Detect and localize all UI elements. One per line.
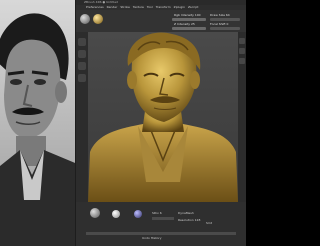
undo-history-bar[interactable] — [86, 232, 236, 235]
draw-size-label: Draw Size 64 — [210, 13, 230, 17]
undo-history-label: Undo History — [142, 236, 162, 240]
smooth-label[interactable]: Smt — [206, 222, 212, 225]
z-intensity-label: Z Intensity 25 — [174, 22, 195, 26]
left-tool-shelf — [76, 32, 88, 202]
zoom-icon[interactable] — [239, 38, 245, 44]
bottom-panel: SDiv 6 DynaMesh Resolution 128 Smt Undo … — [76, 202, 246, 246]
color-picker-icon[interactable] — [134, 210, 142, 218]
brush-toolbar: Rgb Intensity 100 Z Intensity 25 Draw Si… — [76, 10, 246, 32]
bronze-bust-model[interactable] — [88, 32, 238, 202]
move-icon[interactable] — [239, 48, 245, 54]
resolution-label: Resolution 128 — [178, 218, 201, 222]
sculpt-app-window: ZBrush 4R6 ● Untitled Preferences Render… — [76, 0, 246, 246]
sdiv-label: SDiv 6 — [152, 211, 162, 215]
material-icon[interactable] — [93, 14, 103, 24]
alpha-icon[interactable] — [78, 62, 86, 70]
sdiv-slider[interactable] — [152, 217, 174, 220]
draw-size-slider[interactable] — [210, 18, 240, 21]
brush-icon[interactable] — [78, 38, 86, 46]
alpha-preview-icon[interactable] — [112, 210, 120, 218]
right-tool-shelf — [238, 32, 246, 202]
rgb-intensity-slider[interactable] — [172, 18, 206, 21]
brush-preview-icon[interactable] — [90, 208, 100, 218]
stroke-icon[interactable] — [78, 50, 86, 58]
sphere-brush-icon[interactable] — [80, 14, 90, 24]
dynamesh-label[interactable]: DynaMesh — [178, 212, 194, 215]
texture-icon[interactable] — [78, 74, 86, 82]
screen: ZBrush 4R6 ● Untitled Preferences Render… — [0, 0, 246, 246]
rgb-intensity-label: Rgb Intensity 100 — [174, 13, 201, 17]
focal-shift-slider[interactable] — [210, 27, 240, 30]
reference-portrait-image — [0, 0, 76, 246]
sculpt-viewport[interactable] — [88, 32, 238, 202]
rotate-icon[interactable] — [239, 58, 245, 64]
focal-shift-label: Focal Shift 0 — [210, 22, 229, 26]
reference-photo — [0, 0, 76, 246]
z-intensity-slider[interactable] — [172, 27, 206, 30]
